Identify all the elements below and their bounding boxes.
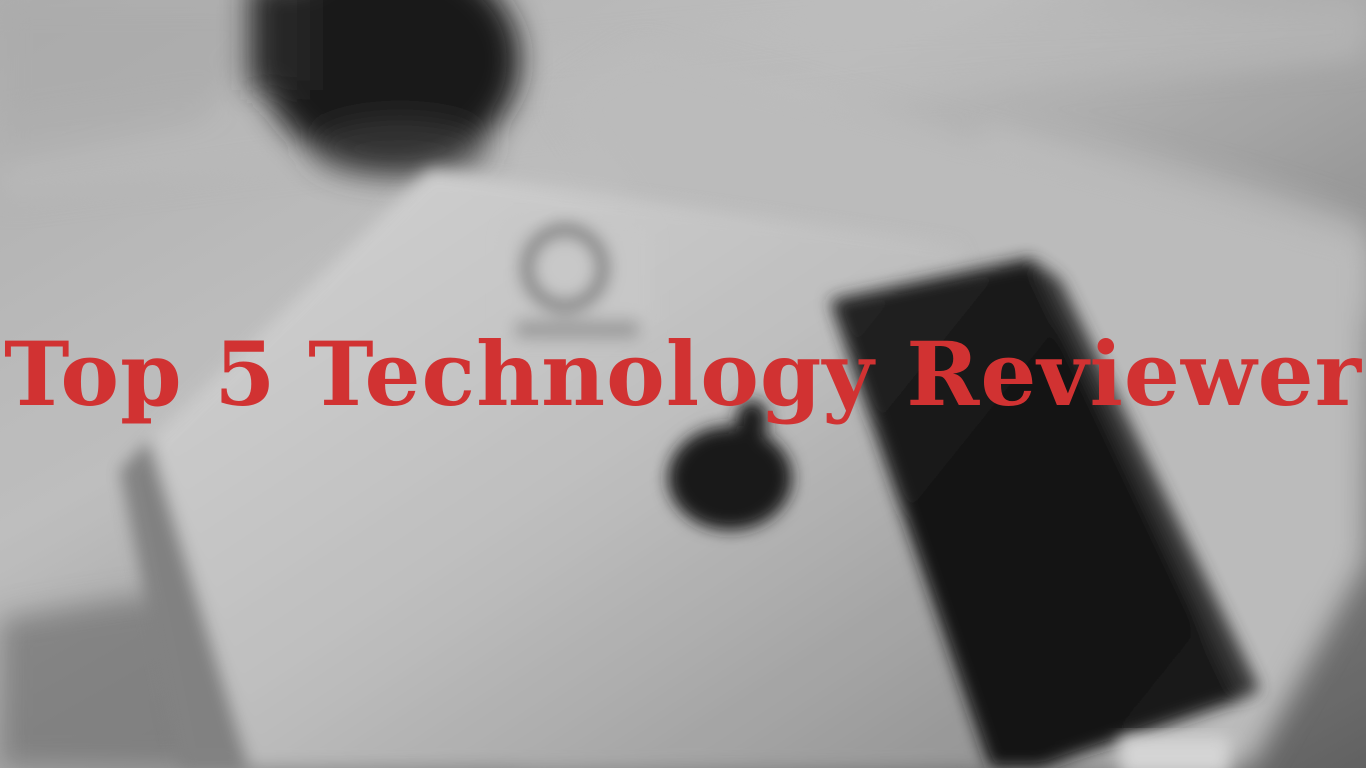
headline-title: Top 5 Technology Reviewer xyxy=(4,322,1362,426)
blurred-photo-background: Top 5 Technology Reviewer xyxy=(0,0,1366,768)
